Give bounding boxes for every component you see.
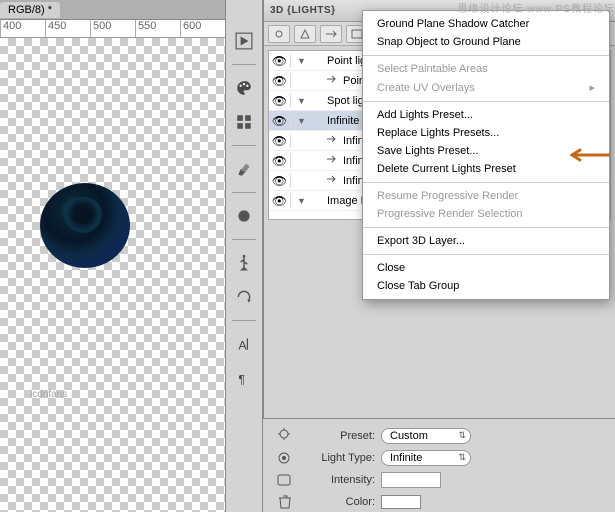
visibility-eye-icon[interactable]: 👁	[269, 54, 291, 68]
separator	[232, 239, 256, 240]
trash-icon[interactable]	[271, 491, 299, 513]
ruler-horizontal: 400 450 500 550 600	[0, 20, 225, 38]
menu-item: Create UV Overlays▸	[363, 78, 609, 97]
visibility-eye-icon[interactable]: 👁	[269, 194, 291, 208]
document-tab[interactable]: RGB/8) *	[0, 2, 60, 18]
light-icon	[325, 153, 341, 168]
light-type-icon[interactable]	[271, 447, 299, 469]
light-properties: Preset: Custom Light Type: Infinite Inte…	[263, 418, 615, 512]
light-toggle-icon[interactable]	[271, 469, 299, 491]
menu-item: Progressive Render Selection	[363, 205, 609, 223]
visibility-eye-icon[interactable]: 👁	[269, 74, 291, 88]
circle-icon[interactable]	[232, 205, 256, 227]
ruler-mark: 600	[180, 20, 225, 37]
vertical-toolbar: A ¶	[225, 0, 263, 512]
3d-object-sphere[interactable]	[40, 183, 130, 268]
menu-item[interactable]: Export 3D Layer...	[363, 232, 609, 250]
separator	[232, 320, 256, 321]
canvas[interactable]	[0, 38, 225, 512]
ruler-mark: 450	[45, 20, 90, 37]
svg-text:A: A	[238, 339, 247, 353]
preset-label: Preset:	[305, 430, 375, 442]
light-icon	[325, 133, 341, 148]
menu-separator	[363, 182, 609, 183]
ruler-mark: 400	[0, 20, 45, 37]
paragraph-icon[interactable]: ¶	[232, 367, 256, 389]
rotate-icon[interactable]	[232, 286, 256, 308]
menu-item: Select Paintable Areas	[363, 60, 609, 78]
svg-text:¶: ¶	[238, 373, 245, 387]
palette-icon[interactable]	[232, 77, 256, 99]
light-icon	[325, 173, 341, 188]
intensity-label: Intensity:	[305, 474, 375, 486]
lighttype-select[interactable]: Infinite	[381, 450, 471, 466]
color-swatch[interactable]	[381, 495, 421, 509]
filter-spot-button[interactable]	[294, 25, 316, 43]
menu-separator	[363, 227, 609, 228]
visibility-eye-icon[interactable]: 👁	[269, 154, 291, 168]
play-icon[interactable]	[232, 30, 256, 52]
menu-separator	[363, 55, 609, 56]
filter-infinite-button[interactable]	[320, 25, 342, 43]
usb-icon[interactable]	[232, 252, 256, 274]
preset-select[interactable]: Custom	[381, 428, 471, 444]
disclosure-triangle-icon[interactable]: ▼	[297, 196, 309, 206]
disclosure-triangle-icon[interactable]: ▼	[297, 96, 309, 106]
submenu-arrow-icon: ▸	[589, 81, 595, 94]
visibility-eye-icon[interactable]: 👁	[269, 174, 291, 188]
menu-item[interactable]: Replace Lights Presets...	[363, 124, 609, 142]
separator	[232, 145, 256, 146]
disclosure-triangle-icon[interactable]: ▼	[297, 56, 309, 66]
lighttype-label: Light Type:	[305, 452, 375, 464]
intensity-input[interactable]	[381, 472, 441, 488]
brush-icon[interactable]	[232, 158, 256, 180]
menu-item[interactable]: Snap Object to Ground Plane	[363, 33, 609, 51]
ruler-mark: 500	[90, 20, 135, 37]
color-label: Color:	[305, 496, 375, 508]
menu-item[interactable]: Add Lights Preset...	[363, 106, 609, 124]
separator	[232, 192, 256, 193]
menu-item[interactable]: Ground Plane Shadow Catcher	[363, 15, 609, 33]
ruler-mark: 550	[135, 20, 180, 37]
light-icon	[325, 73, 341, 88]
filter-point-button[interactable]	[268, 25, 290, 43]
menu-item[interactable]: Close	[363, 259, 609, 277]
visibility-eye-icon[interactable]: 👁	[269, 114, 291, 128]
light-create-icon[interactable]	[271, 425, 299, 447]
separator	[232, 64, 256, 65]
disclosure-triangle-icon[interactable]: ▼	[297, 116, 309, 126]
grid-icon[interactable]	[232, 111, 256, 133]
visibility-eye-icon[interactable]: 👁	[269, 94, 291, 108]
menu-separator	[363, 254, 609, 255]
annotation-arrow-icon	[570, 148, 610, 165]
menu-separator	[363, 101, 609, 102]
visibility-eye-icon[interactable]: 👁	[269, 134, 291, 148]
text-a-icon[interactable]: A	[232, 333, 256, 355]
menu-item: Resume Progressive Render	[363, 187, 609, 205]
menu-item[interactable]: Close Tab Group	[363, 277, 609, 295]
